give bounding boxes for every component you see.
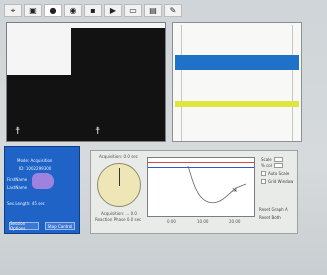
clock-dial (97, 163, 141, 207)
checkbox-icon[interactable] (261, 171, 266, 176)
session-length-label: Ses.Length: 45 sec (7, 201, 45, 206)
percent-dropdown[interactable] (273, 163, 283, 168)
grid-window-toggle[interactable]: Grid Window (261, 179, 293, 184)
scale-dropdown[interactable] (273, 157, 283, 162)
reset-graph-link[interactable]: Reset Graph A (259, 207, 288, 212)
reaction-phase-label: Reaction Phase 0.0 sec (95, 217, 142, 222)
mode-label: Mode: Acquisition (17, 158, 53, 163)
video-highlight-region (7, 23, 71, 75)
percent-control[interactable]: % col (261, 163, 283, 168)
svg-text:⇲: ⇲ (232, 187, 237, 194)
checkbox-icon[interactable] (261, 179, 266, 184)
target-tool-icon[interactable]: ◉ (64, 4, 82, 17)
auto-scale-label: Auto Scale (268, 171, 290, 176)
yellow-stimulus-bar (175, 101, 299, 107)
video-top-strip (71, 23, 165, 28)
clock-hand (119, 168, 120, 186)
stimulus-border-line (181, 25, 182, 141)
acquisition-time-label: Acquisition: 0.0 sec (99, 154, 138, 159)
stop-tool-icon[interactable]: ▪ (84, 4, 102, 17)
grid-window-label: Grid Window (268, 179, 294, 184)
blue-stimulus-bar (175, 55, 299, 70)
session-options-button[interactable]: Session Options (9, 221, 39, 231)
toolbar: ⌖ ▣ ● ◉ ▪ ▶ ▭ ▤ ✎ (4, 4, 182, 17)
grid-tool-icon[interactable]: ▤ (144, 4, 162, 17)
subject-id-label: ID: 1002299300 (19, 166, 52, 171)
graph-trace: ⇲ (187, 165, 247, 204)
pointer-tool-icon[interactable]: ⌖ (4, 4, 22, 17)
subject-info-panel: Mode: Acquisition ID: 1002299300 FirstNa… (4, 146, 80, 234)
save-tool-icon[interactable]: ▭ (124, 4, 142, 17)
x-tick-label: 10.00 (197, 219, 209, 224)
scale-label: Scale (261, 157, 272, 162)
subject-figure-icon: ☨ (95, 126, 101, 137)
last-name-label: LastName (7, 185, 28, 190)
response-graph[interactable]: ⇲ (147, 157, 255, 217)
subject-figure-icon: ☨ (15, 126, 21, 137)
x-tick-label: 20.00 (229, 219, 241, 224)
redacted-name-field[interactable] (32, 173, 54, 189)
reset-both-link[interactable]: Reset Both (259, 215, 281, 220)
desktop-screen: ⌖ ▣ ● ◉ ▪ ▶ ▭ ▤ ✎ ☨ ☨ Mode: Acquisition … (0, 0, 327, 275)
play-tool-icon[interactable]: ▶ (104, 4, 122, 17)
stop-control-button[interactable]: Stop Control (45, 222, 75, 230)
acquisition-status-label: Acquisition: ... 0.0 (101, 211, 137, 216)
first-name-label: FirstName (7, 177, 28, 182)
scale-control[interactable]: Scale (261, 157, 283, 162)
stimulus-border-line (292, 25, 293, 141)
stimulus-display-panel[interactable] (172, 22, 302, 142)
camera-tool-icon[interactable]: ▣ (24, 4, 42, 17)
record-tool-icon[interactable]: ● (44, 4, 62, 17)
video-feed-panel[interactable]: ☨ ☨ (6, 22, 166, 142)
percent-label: % col (261, 163, 272, 168)
auto-scale-toggle[interactable]: Auto Scale (261, 171, 289, 176)
acquisition-panel: Acquisition: 0.0 sec Acquisition: ... 0.… (90, 150, 298, 234)
x-tick-label: 0.00 (167, 219, 176, 224)
pencil-tool-icon[interactable]: ✎ (164, 4, 182, 17)
